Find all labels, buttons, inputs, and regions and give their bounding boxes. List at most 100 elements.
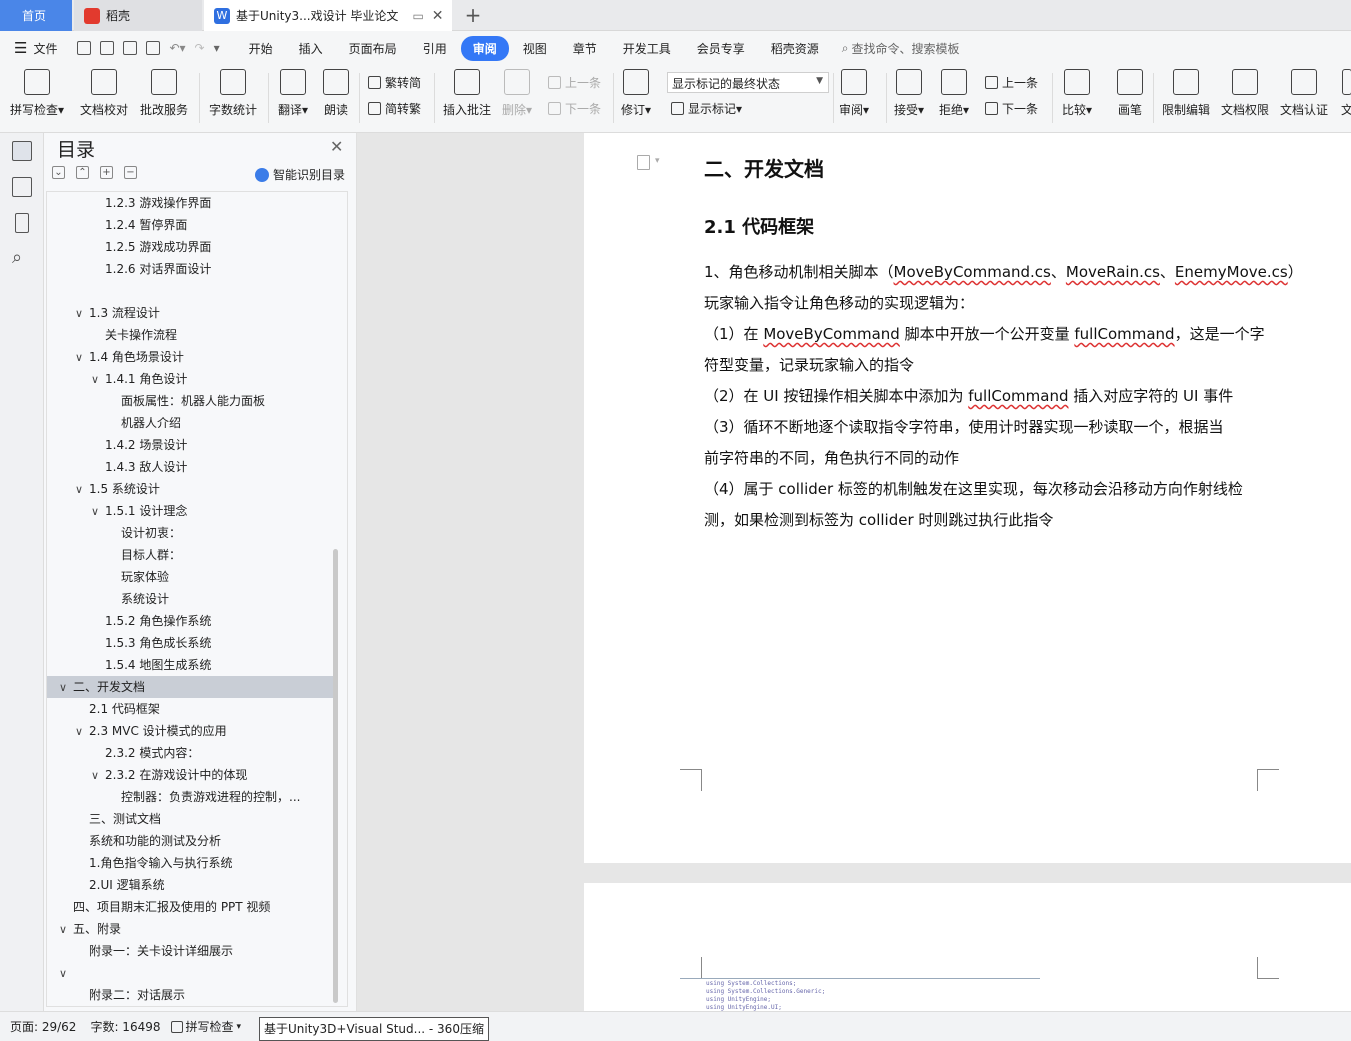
toc-item[interactable]: 三、测试文档: [47, 808, 337, 830]
toc-item[interactable]: 面板属性：机器人能力面板: [47, 390, 337, 412]
markup-state-select[interactable]: 显示标记的最终状态 ▼: [667, 72, 829, 93]
tab-9[interactable]: 稻壳资源: [759, 36, 831, 61]
trad-to-simp-button[interactable]: 繁转简: [368, 74, 421, 91]
spell-check-button[interactable]: 拼写检查▾: [10, 69, 64, 118]
toc-item[interactable]: 1.2.3 游戏操作界面: [47, 192, 337, 214]
chevron-down-icon[interactable]: ∨: [75, 347, 89, 368]
tab-1[interactable]: 插入: [287, 36, 335, 61]
save-icon[interactable]: [77, 41, 92, 55]
prev-comment-button[interactable]: 上一条: [548, 74, 601, 91]
close-tab-icon[interactable]: ✕: [432, 8, 444, 24]
tab-2[interactable]: 页面布局: [337, 36, 409, 61]
toc-item[interactable]: 1.5.2 角色操作系统: [47, 610, 337, 632]
toc-item[interactable]: 关卡操作流程: [47, 324, 337, 346]
prev-change-button[interactable]: 上一条: [985, 74, 1038, 91]
overflow-button[interactable]: 文: [1341, 69, 1351, 118]
toc-item[interactable]: ∨ 1.4.1 角色设计: [47, 368, 337, 390]
reject-button[interactable]: 拒绝▾: [939, 69, 969, 118]
close-icon[interactable]: ✕: [330, 137, 343, 156]
chevron-down-icon[interactable]: ∨: [75, 303, 89, 324]
collapse-all-icon[interactable]: ⌄: [52, 166, 65, 179]
expand-up-icon[interactable]: ⌃: [76, 166, 89, 179]
add-heading-icon[interactable]: +: [100, 166, 113, 179]
toc-item[interactable]: ∨ 1.5 系统设计: [47, 478, 337, 500]
word-count-indicator[interactable]: 字数: 16498: [90, 1018, 160, 1035]
tab-5[interactable]: 视图: [511, 36, 559, 61]
tab-8[interactable]: 会员专享: [685, 36, 757, 61]
tab-4[interactable]: 审阅: [460, 35, 509, 61]
toc-item[interactable]: 1.5.3 角色成长系统: [47, 632, 337, 654]
toc-item[interactable]: ∨ 2.3.2 在游戏设计中的体现: [47, 764, 337, 786]
command-search[interactable]: ⌕ 查找命令、搜索模板: [842, 40, 960, 57]
chevron-down-icon[interactable]: ∨: [59, 919, 73, 940]
tab-home[interactable]: 首页: [0, 0, 72, 31]
review-pane-button[interactable]: 审阅▾: [839, 69, 869, 118]
print-icon[interactable]: [123, 41, 138, 55]
pen-button[interactable]: 画笔: [1117, 69, 1143, 118]
toc-item[interactable]: 1.2.4 暂停界面: [47, 214, 337, 236]
toc-item[interactable]: ∨: [47, 962, 337, 984]
toc-item[interactable]: 机器人介绍: [47, 412, 337, 434]
toc-item[interactable]: 1.2.5 游戏成功界面: [47, 236, 337, 258]
toc-item[interactable]: 附录二：对话展示: [47, 984, 337, 1006]
pin-icon[interactable]: ▭: [412, 9, 423, 23]
toc-item[interactable]: 系统设计: [47, 588, 337, 610]
status-spell-check[interactable]: 拼写检查 ▾: [170, 1018, 241, 1035]
undo-icon[interactable]: ↶▾: [169, 41, 185, 55]
chevron-down-icon[interactable]: ∨: [75, 479, 89, 500]
toc-item[interactable]: ∨ 五、附录: [47, 918, 337, 940]
bookmark-icon[interactable]: [15, 213, 29, 233]
toc-item[interactable]: [47, 280, 337, 302]
read-aloud-button[interactable]: 朗读: [323, 69, 349, 118]
toc-item[interactable]: 1.4.2 场景设计: [47, 434, 337, 456]
word-count-button[interactable]: 字数统计: [209, 69, 257, 118]
toc-item[interactable]: ∨ 二、开发文档: [47, 676, 337, 698]
file-menu[interactable]: ☰ 文件: [0, 39, 67, 57]
toc-item[interactable]: 控制器：负责游戏进程的控制，...: [47, 786, 337, 808]
simp-to-trad-button[interactable]: 简转繁: [368, 100, 421, 117]
doc-proof-button[interactable]: 文档校对: [80, 69, 128, 118]
annotate-service-button[interactable]: 批改服务: [140, 69, 188, 118]
translate-button[interactable]: 翻译▾: [278, 69, 308, 118]
show-markup-button[interactable]: 显示标记 ▾: [671, 100, 742, 117]
toc-item[interactable]: ∨ 1.4 角色场景设计: [47, 346, 337, 368]
tab-document[interactable]: W 基于Unity3...戏设计 毕业论文 ▭ ✕: [204, 0, 452, 31]
new-tab-button[interactable]: +: [462, 4, 484, 26]
chevron-down-icon[interactable]: ∨: [75, 721, 89, 742]
tab-0[interactable]: 开始: [237, 36, 285, 61]
chapter-nav-icon[interactable]: [12, 177, 32, 197]
chevron-down-icon[interactable]: ∨: [59, 677, 73, 698]
tab-3[interactable]: 引用: [411, 36, 459, 61]
toc-item[interactable]: ∨ 1.3 流程设计: [47, 302, 337, 324]
chevron-down-icon[interactable]: ∨: [91, 369, 105, 390]
toc-view-icon[interactable]: [12, 141, 32, 161]
doc-permission-button[interactable]: 文档权限: [1221, 69, 1269, 118]
chevron-down-icon[interactable]: ∨: [91, 765, 105, 786]
export-pdf-icon[interactable]: [100, 41, 115, 55]
toc-scrollbar[interactable]: [333, 549, 338, 1003]
toc-item[interactable]: 1.角色指令输入与执行系统: [47, 852, 337, 874]
tab-7[interactable]: 开发工具: [611, 36, 683, 61]
toc-item[interactable]: 四、项目期末汇报及使用的 PPT 视频: [47, 896, 337, 918]
tab-daoke[interactable]: 稻壳: [74, 0, 202, 31]
toc-item[interactable]: 目标人群：: [47, 544, 337, 566]
toc-item[interactable]: 2.1 代码框架: [47, 698, 337, 720]
compare-button[interactable]: 比较▾: [1062, 69, 1092, 118]
toc-item[interactable]: 设计初衷：: [47, 522, 337, 544]
next-change-button[interactable]: 下一条: [985, 100, 1038, 117]
insert-comment-button[interactable]: 插入批注: [443, 69, 491, 118]
tab-6[interactable]: 章节: [561, 36, 609, 61]
toc-item[interactable]: 1.2.6 对话界面设计: [47, 258, 337, 280]
toc-item[interactable]: ∨ 2.3 MVC 设计模式的应用: [47, 720, 337, 742]
toc-item[interactable]: 系统和功能的测试及分析: [47, 830, 337, 852]
accept-button[interactable]: 接受▾: [894, 69, 924, 118]
remove-heading-icon[interactable]: −: [124, 166, 137, 179]
chevron-down-icon[interactable]: ∨: [91, 501, 105, 522]
smart-toc-button[interactable]: 智能识别目录: [255, 166, 345, 183]
toc-item[interactable]: 2.UI 逻辑系统: [47, 874, 337, 896]
toc-item[interactable]: 附录一：关卡设计详细展示: [47, 940, 337, 962]
search-icon[interactable]: ⌕: [12, 247, 22, 268]
document-marker-icon[interactable]: [637, 155, 650, 170]
next-comment-button[interactable]: 下一条: [548, 100, 601, 117]
toc-item[interactable]: ∨ 1.5.1 设计理念: [47, 500, 337, 522]
